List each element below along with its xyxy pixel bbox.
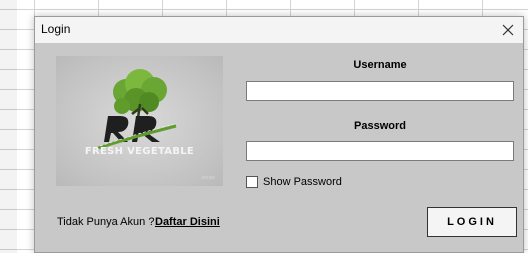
dialog-titlebar: Login <box>35 17 523 43</box>
username-input[interactable] <box>246 81 514 101</box>
password-input[interactable] <box>246 141 514 161</box>
no-account-text: Tidak Punya Akun ? <box>57 216 155 228</box>
logo-small-text: sense <box>201 175 215 181</box>
show-password-checkbox[interactable] <box>246 176 258 188</box>
show-password-toggle[interactable]: Show Password <box>246 176 342 188</box>
logo-brand-text: FRESH VEGETABLE <box>84 146 195 157</box>
show-password-label: Show Password <box>263 176 342 188</box>
spreadsheet-row-header <box>0 0 18 253</box>
close-icon <box>502 24 514 36</box>
register-link[interactable]: Daftar Disini <box>155 216 220 228</box>
close-button[interactable] <box>495 17 521 43</box>
tree-logo-icon <box>97 69 177 150</box>
brand-logo-image: FRESH VEGETABLE sense <box>56 56 223 186</box>
password-label: Password <box>354 120 406 132</box>
login-button[interactable]: LOGIN <box>427 207 517 237</box>
login-dialog: Login FRESH VEGETABLE sense Username Pas… <box>34 16 524 253</box>
username-label: Username <box>353 59 407 71</box>
dialog-title: Login <box>41 22 71 36</box>
